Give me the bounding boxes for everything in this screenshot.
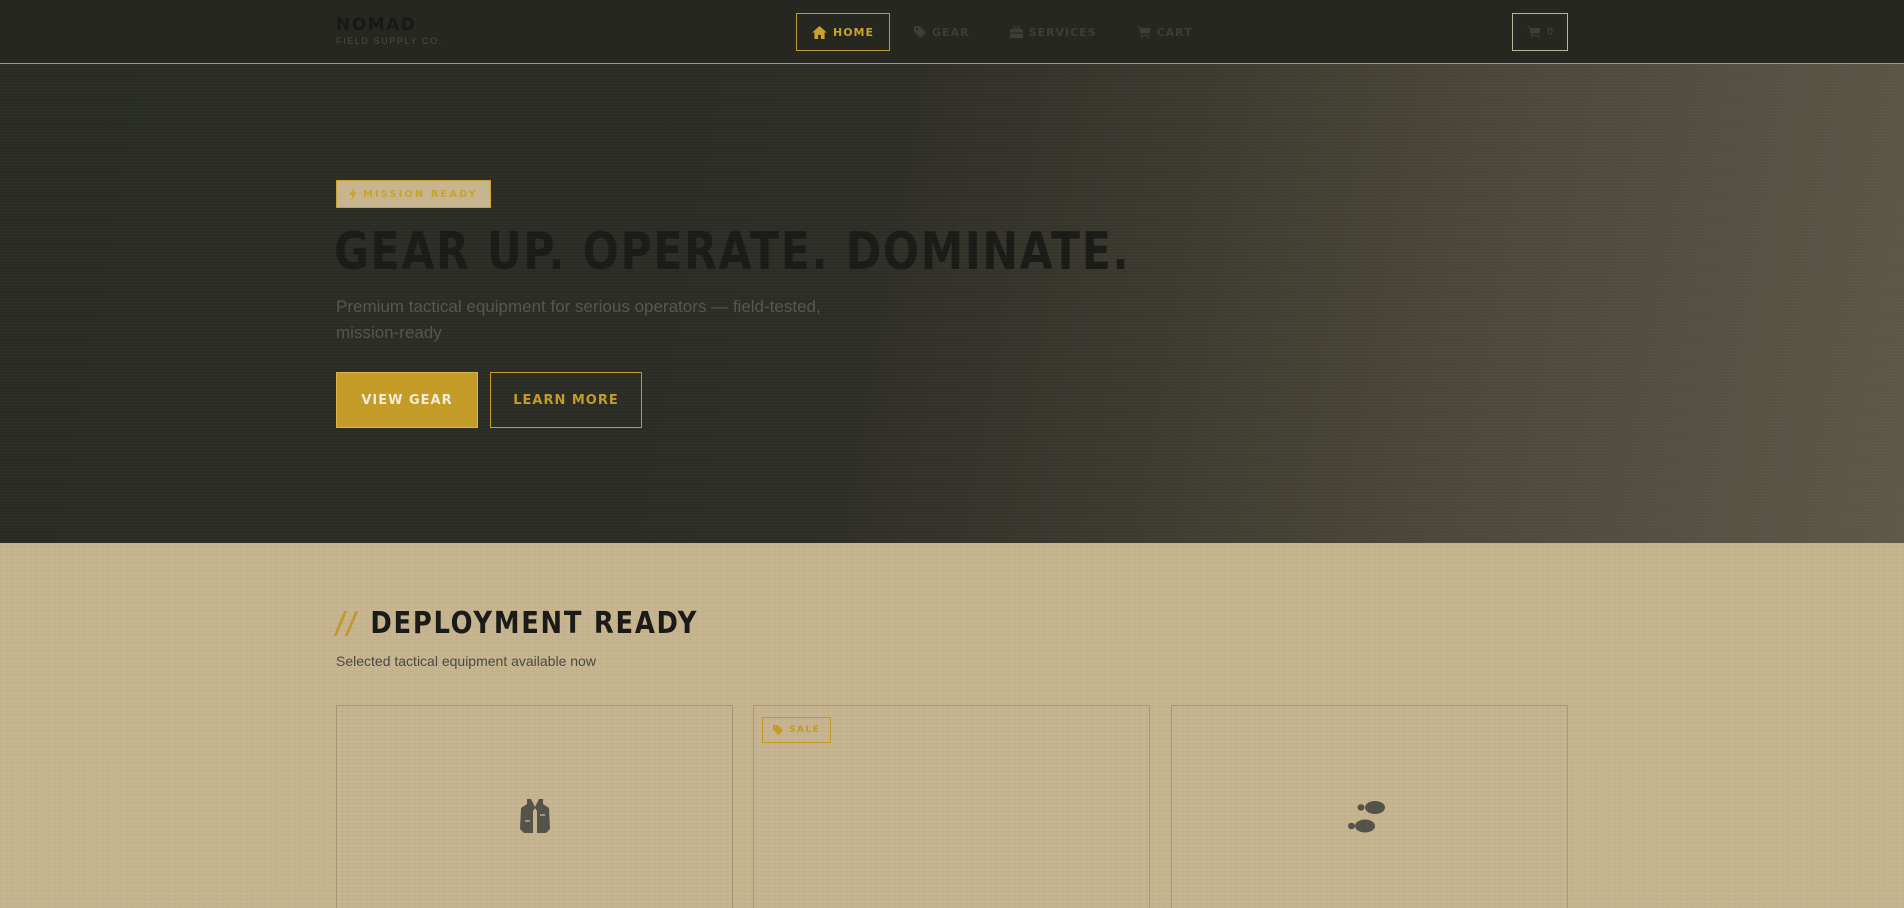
nav-item-services[interactable]: SERVICES bbox=[994, 13, 1113, 51]
nav-item-label: GEAR bbox=[932, 25, 970, 39]
brand-tagline: FIELD SUPPLY CO. bbox=[336, 36, 443, 46]
nav-item-cart[interactable]: CART bbox=[1121, 13, 1209, 51]
nav-item-label: CART bbox=[1156, 25, 1193, 39]
vest-icon bbox=[519, 799, 550, 833]
section-subtitle: Selected tactical equipment available no… bbox=[336, 653, 596, 669]
home-icon bbox=[812, 25, 827, 39]
deployment-section: // DEPLOYMENT READY Selected tactical eq… bbox=[0, 543, 1904, 908]
brand-name: NOMAD bbox=[336, 15, 417, 35]
view-gear-button[interactable]: VIEW GEAR bbox=[336, 372, 478, 428]
learn-more-button[interactable]: LEARN MORE bbox=[490, 372, 642, 428]
cart-icon bbox=[1136, 26, 1151, 38]
sale-badge-label: SALE bbox=[789, 725, 821, 735]
hero-section: MISSION READY GEAR UP. OPERATE. DOMINATE… bbox=[0, 64, 1904, 543]
product-card[interactable] bbox=[336, 705, 733, 908]
tag-icon bbox=[914, 26, 927, 38]
nav-item-label: HOME bbox=[833, 25, 875, 39]
nav-item-gear[interactable]: GEAR bbox=[898, 13, 986, 51]
sale-badge: SALE bbox=[762, 717, 832, 743]
navbar: NOMAD FIELD SUPPLY CO. HOME GEAR SERVICE… bbox=[0, 0, 1904, 64]
toolbox-icon bbox=[1009, 26, 1023, 38]
mission-badge: MISSION READY bbox=[336, 180, 491, 208]
cart-button[interactable]: 0 bbox=[1512, 13, 1568, 51]
hero-subtitle: Premium tactical equipment for serious o… bbox=[336, 297, 821, 342]
section-title: // DEPLOYMENT READY bbox=[336, 606, 698, 641]
cart-count: 0 bbox=[1546, 26, 1554, 38]
nav-item-label: SERVICES bbox=[1028, 25, 1097, 39]
nav-item-home[interactable]: HOME bbox=[796, 13, 891, 51]
product-card[interactable] bbox=[1171, 705, 1568, 908]
main-nav: HOME GEAR SERVICES CART bbox=[796, 13, 1217, 51]
section-title-text: DEPLOYMENT READY bbox=[370, 606, 699, 641]
footprints-icon bbox=[1347, 801, 1385, 833]
cart-icon bbox=[1526, 26, 1541, 38]
section-title-prefix: // bbox=[336, 606, 359, 641]
hero-title: GEAR UP. OPERATE. DOMINATE. bbox=[334, 222, 1131, 282]
product-card[interactable]: SALE bbox=[753, 705, 1150, 908]
tag-icon bbox=[773, 725, 783, 735]
mission-badge-label: MISSION READY bbox=[363, 188, 478, 200]
brand-logo[interactable]: NOMAD FIELD SUPPLY CO. bbox=[336, 16, 443, 46]
bolt-icon bbox=[349, 188, 357, 200]
